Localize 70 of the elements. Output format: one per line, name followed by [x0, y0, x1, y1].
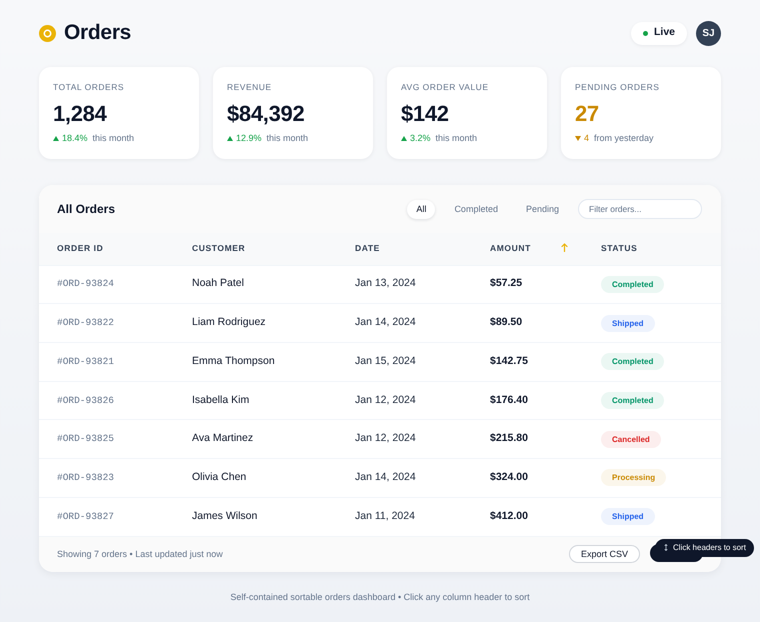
stat-note: this month — [266, 132, 308, 144]
order-id: #ORD-93824 — [57, 278, 114, 290]
order-id: #ORD-93822 — [57, 317, 114, 328]
stat-change: 4 — [584, 132, 590, 144]
logo-icon — [39, 24, 56, 42]
live-label: Live — [654, 25, 675, 40]
order-date: Jan 14, 2024 — [355, 470, 416, 483]
stat-value: $84,392 — [227, 101, 306, 127]
page-title: Orders — [64, 20, 132, 46]
order-amount: $412.00 — [490, 510, 528, 522]
up-down-arrow-icon — [664, 544, 668, 552]
order-amount: $142.75 — [490, 354, 528, 367]
status-badge: Shipped — [601, 508, 655, 526]
order-date: Jan 14, 2024 — [355, 316, 416, 328]
customer-name: Liam Rodriguez — [192, 316, 266, 328]
order-amount: $176.40 — [490, 394, 528, 406]
status-badge: Completed — [601, 392, 664, 409]
filter-input[interactable]: Filter orders... — [578, 199, 702, 219]
stat-change: 18.4% — [62, 132, 88, 144]
stat-change: 3.2% — [410, 132, 431, 144]
tooltip-text: Click headers to sort — [673, 542, 746, 554]
stat-label: PENDING ORDERS — [575, 81, 660, 93]
order-amount: $324.00 — [490, 470, 528, 483]
customer-name: Emma Thompson — [192, 354, 275, 367]
footer-summary: Showing 7 orders • Last updated just now — [57, 548, 223, 561]
stat-label: REVENUE — [227, 81, 273, 93]
avatar[interactable]: SJ — [696, 20, 721, 46]
order-id: #ORD-93821 — [57, 356, 114, 367]
page-caption: Self-contained sortable orders dashboard • Click any column header to sort — [229, 590, 531, 604]
order-date: Jan 12, 2024 — [355, 394, 416, 406]
export-button[interactable]: Export CSV — [568, 545, 640, 564]
stat-change: 12.9% — [236, 132, 262, 144]
order-id: #ORD-93827 — [57, 510, 114, 522]
status-badge: Completed — [601, 276, 664, 293]
stat-value: $142 — [401, 101, 450, 127]
stat-label: AVG ORDER VALUE — [401, 81, 490, 93]
customer-name: Isabella Kim — [192, 394, 250, 406]
column-header[interactable]: AMOUNT — [490, 233, 601, 265]
status-badge: Cancelled — [601, 430, 661, 448]
column-header[interactable]: ORDER ID — [39, 233, 192, 265]
order-amount: $89.50 — [490, 316, 522, 328]
customer-name: Olivia Chen — [192, 470, 246, 483]
order-amount: $215.80 — [490, 432, 528, 444]
customer-name: James Wilson — [192, 510, 258, 522]
column-header[interactable]: DATE — [355, 233, 490, 265]
stat-note: this month — [92, 132, 134, 144]
status-badge: Processing — [601, 469, 666, 486]
order-date: Jan 13, 2024 — [355, 277, 416, 290]
stat-note: from yesterday — [594, 132, 654, 144]
column-header[interactable]: CUSTOMER — [192, 233, 355, 265]
stat-value: 27 — [575, 101, 600, 127]
filter-tab[interactable]: Pending — [516, 200, 568, 218]
column-header[interactable]: STATUS — [601, 233, 721, 265]
order-id: #ORD-93823 — [57, 472, 114, 483]
order-date: Jan 12, 2024 — [355, 432, 416, 444]
order-id: #ORD-93825 — [57, 433, 114, 444]
stat-value: 1,284 — [53, 101, 108, 127]
order-date: Jan 15, 2024 — [355, 354, 416, 367]
stat-note: this month — [436, 132, 478, 144]
status-badge: Shipped — [601, 314, 655, 332]
panel-title: All Orders — [57, 201, 116, 218]
status-badge: Completed — [601, 353, 664, 370]
order-id: #ORD-93826 — [57, 394, 114, 406]
order-date: Jan 11, 2024 — [355, 510, 415, 522]
filter-tab[interactable]: All — [407, 200, 436, 218]
order-amount: $57.25 — [490, 277, 522, 290]
stat-label: TOTAL ORDERS — [53, 81, 126, 93]
filter-tab[interactable]: Completed — [445, 200, 507, 218]
customer-name: Ava Martinez — [192, 432, 254, 444]
customer-name: Noah Patel — [192, 277, 244, 290]
